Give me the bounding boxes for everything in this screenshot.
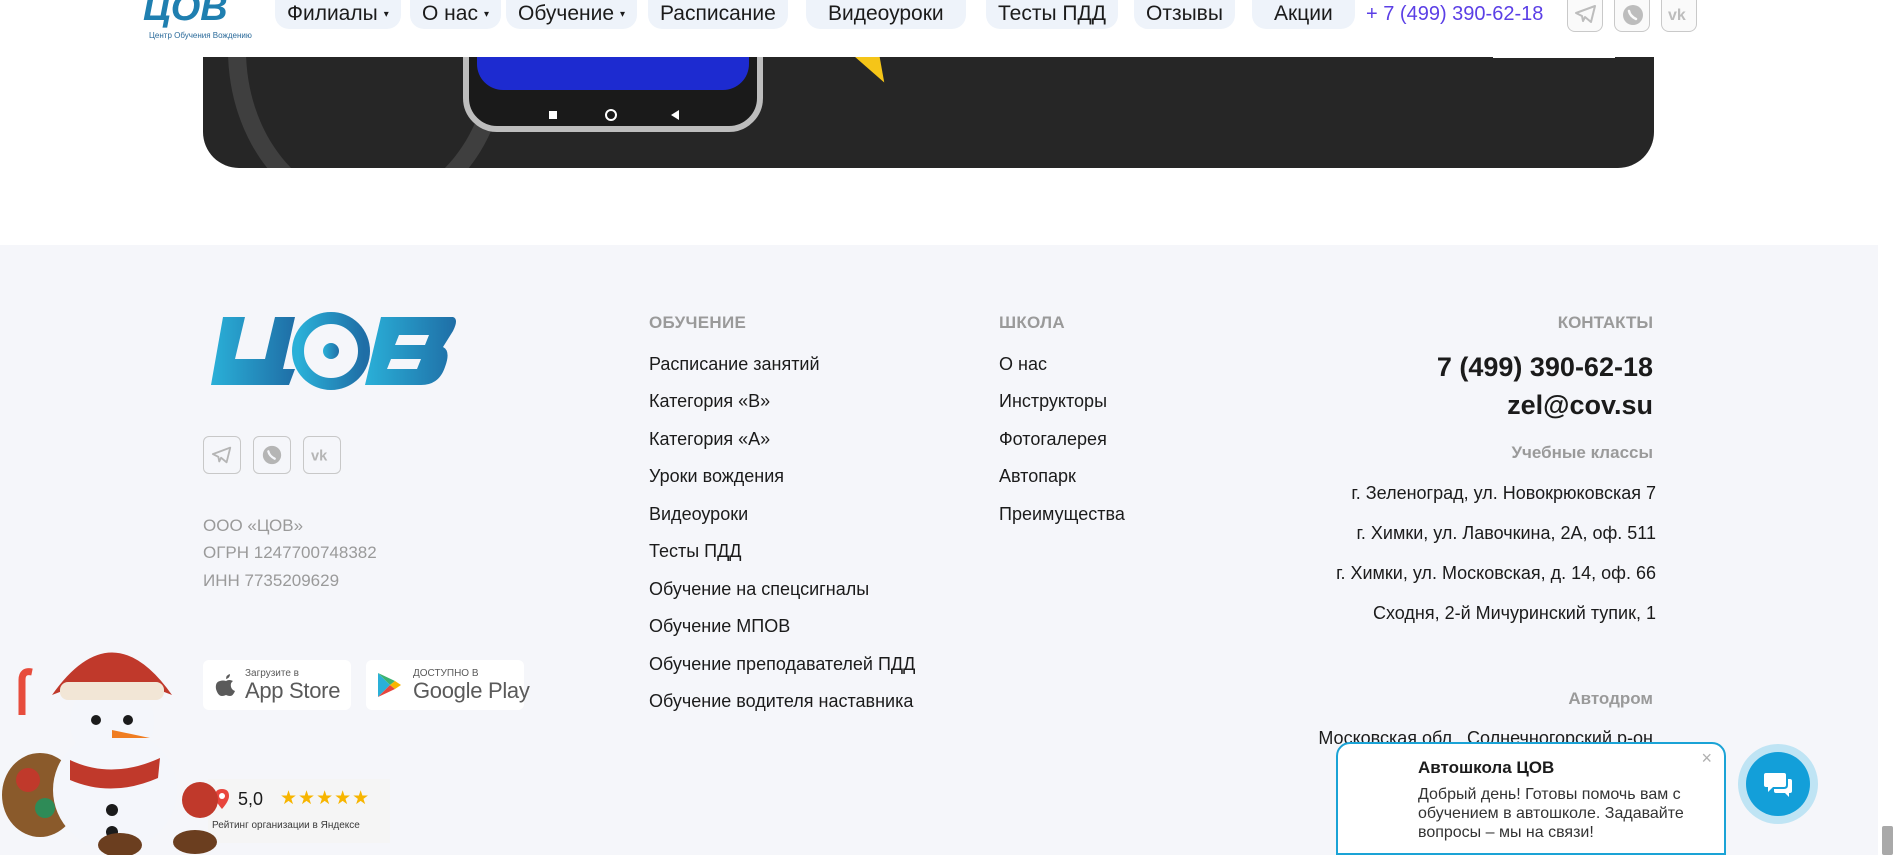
footer-telegram-button[interactable] xyxy=(203,436,241,474)
vk-icon: vk xyxy=(1668,7,1686,24)
address-item: г. Химки, ул. Московская, д. 14, оф. 66 xyxy=(1336,563,1656,583)
google-play-icon xyxy=(378,673,401,697)
footer-link[interactable]: Расписание занятий xyxy=(649,354,820,375)
contact-email-link[interactable]: zel@cov.su xyxy=(1507,390,1653,421)
telegram-icon xyxy=(211,446,232,464)
footer-link[interactable]: Обучение на спецсигналы xyxy=(649,579,869,600)
contacts-heading: КОНТАКТЫ xyxy=(1557,313,1653,332)
nav-item-about[interactable]: О нас ▾ xyxy=(410,0,501,29)
address-item: Сходня, 2-й Мичуринский тупик, 1 xyxy=(1372,603,1656,623)
nav-item-education[interactable]: Обучение ▾ xyxy=(506,0,638,29)
chat-popup[interactable]: Автошкола ЦОВ Добрый день! Готовы помочь… xyxy=(1336,742,1726,855)
footer-link[interactable]: Автопарк xyxy=(999,466,1076,487)
svg-text:vk: vk xyxy=(311,449,328,465)
chat-button-core xyxy=(1746,752,1810,816)
whatsapp-icon xyxy=(1623,5,1643,25)
company-inn: ИНН 7735209629 xyxy=(203,571,340,590)
footer-link[interactable]: Видеоуроки xyxy=(649,504,748,525)
footer-whatsapp-button[interactable] xyxy=(253,436,291,474)
snowman-decoration-icon[interactable] xyxy=(0,620,220,855)
footer-link[interactable]: Фотогалерея xyxy=(999,429,1107,450)
footer-link[interactable]: О нас xyxy=(999,354,1047,375)
top-navigation: ЦОВ Центр Обучения Вождению Филиалы ▾ О н… xyxy=(0,0,1878,57)
contact-phone-link[interactable]: 7 (499) 390-62-18 xyxy=(1437,352,1653,383)
nav-item-branches[interactable]: Филиалы ▾ xyxy=(275,0,401,29)
rating-score: 5,0 xyxy=(238,789,264,809)
company-ogrn: ОГРН 1247700748382 xyxy=(203,543,377,562)
chevron-down-icon: ▾ xyxy=(620,9,626,20)
nav-item-label: Филиалы xyxy=(287,2,378,25)
app-store-label: App Store xyxy=(245,678,341,703)
close-icon[interactable]: × xyxy=(1701,748,1712,769)
nav-item-reviews[interactable]: Отзывы xyxy=(1134,0,1235,29)
footer-logo-icon[interactable] xyxy=(203,309,458,394)
classes-heading: Учебные классы xyxy=(1511,443,1653,462)
footer-link[interactable]: Обучение преподавателей ПДД xyxy=(649,654,915,675)
vk-icon: vk xyxy=(311,449,328,465)
page: ЦОВ Центр Обучения Вождению Филиалы ▾ О н… xyxy=(0,0,1897,855)
logo-caption: Центр Обучения Вождению xyxy=(149,31,252,40)
chat-message: Добрый день! Готовы помочь вам с обучени… xyxy=(1418,786,1684,841)
svg-text:vk: vk xyxy=(1668,7,1686,24)
whatsapp-icon xyxy=(262,445,282,465)
footer-link[interactable]: Уроки вождения xyxy=(649,466,784,487)
chat-bubble-icon xyxy=(1764,773,1792,797)
vk-button[interactable]: vk xyxy=(1661,0,1697,32)
telegram-icon xyxy=(1575,5,1596,23)
nav-item-video-lessons[interactable]: Видеоуроки xyxy=(806,0,966,29)
footer-link[interactable]: Инструкторы xyxy=(999,391,1107,412)
chat-open-button[interactable] xyxy=(1738,744,1818,824)
autodrome-heading: Автодром xyxy=(1568,689,1653,708)
chevron-down-icon: ▾ xyxy=(483,9,489,20)
footer-vk-button[interactable]: vk xyxy=(303,436,341,474)
page-scrollbar[interactable] xyxy=(1878,0,1897,855)
education-heading: ОБУЧЕНИЕ xyxy=(649,313,747,332)
chevron-down-icon: ▾ xyxy=(383,9,389,20)
yandex-rating-widget[interactable]: 5,0 ★★★★★ Рейтинг организации в Яндексе xyxy=(208,779,390,843)
svg-text:ЦОВ: ЦОВ xyxy=(143,0,228,29)
nav-item-label: Обучение xyxy=(518,2,615,25)
scrollbar-thumb[interactable] xyxy=(1882,826,1893,855)
footer-link[interactable]: Обучение МПОВ xyxy=(649,616,790,637)
rating-stars-icon: ★★★★★ xyxy=(280,788,371,809)
nav-phone-link[interactable]: + 7 (499) 390-62-18 xyxy=(1366,0,1543,28)
nav-item-schedule[interactable]: Расписание xyxy=(648,0,788,29)
footer-link[interactable]: Категория «A» xyxy=(649,429,770,450)
app-store-button[interactable]: Загрузите в App Store xyxy=(203,660,351,710)
address-item: г. Зеленоград, ул. Новокрюковская 7 xyxy=(1351,483,1656,503)
phone-nav-icons xyxy=(549,109,679,121)
address-item: г. Химки, ул. Лавочкина, 2А, оф. 511 xyxy=(1356,523,1656,543)
google-play-button[interactable]: ДОСТУПНО В Google Play xyxy=(366,660,530,710)
nav-item-promotions[interactable]: Акции xyxy=(1252,0,1355,29)
telegram-button[interactable] xyxy=(1567,0,1603,32)
rating-caption: Рейтинг организации в Яндексе xyxy=(212,820,360,831)
whatsapp-button[interactable] xyxy=(1614,0,1650,32)
footer-link[interactable]: Категория «B» xyxy=(649,391,770,412)
footer-link[interactable]: Преимущества xyxy=(999,504,1125,525)
school-heading: ШКОЛА xyxy=(999,313,1065,332)
nav-item-pdd-tests[interactable]: Тесты ПДД xyxy=(986,0,1118,29)
chat-title: Автошкола ЦОВ xyxy=(1418,758,1555,777)
footer-link[interactable]: Обучение водителя наставника xyxy=(649,691,913,712)
google-play-label: Google Play xyxy=(413,678,530,703)
footer-link[interactable]: Тесты ПДД xyxy=(649,541,742,562)
company-name: ООО «ЦОВ» xyxy=(203,516,304,535)
nav-item-label: О нас xyxy=(422,2,478,25)
